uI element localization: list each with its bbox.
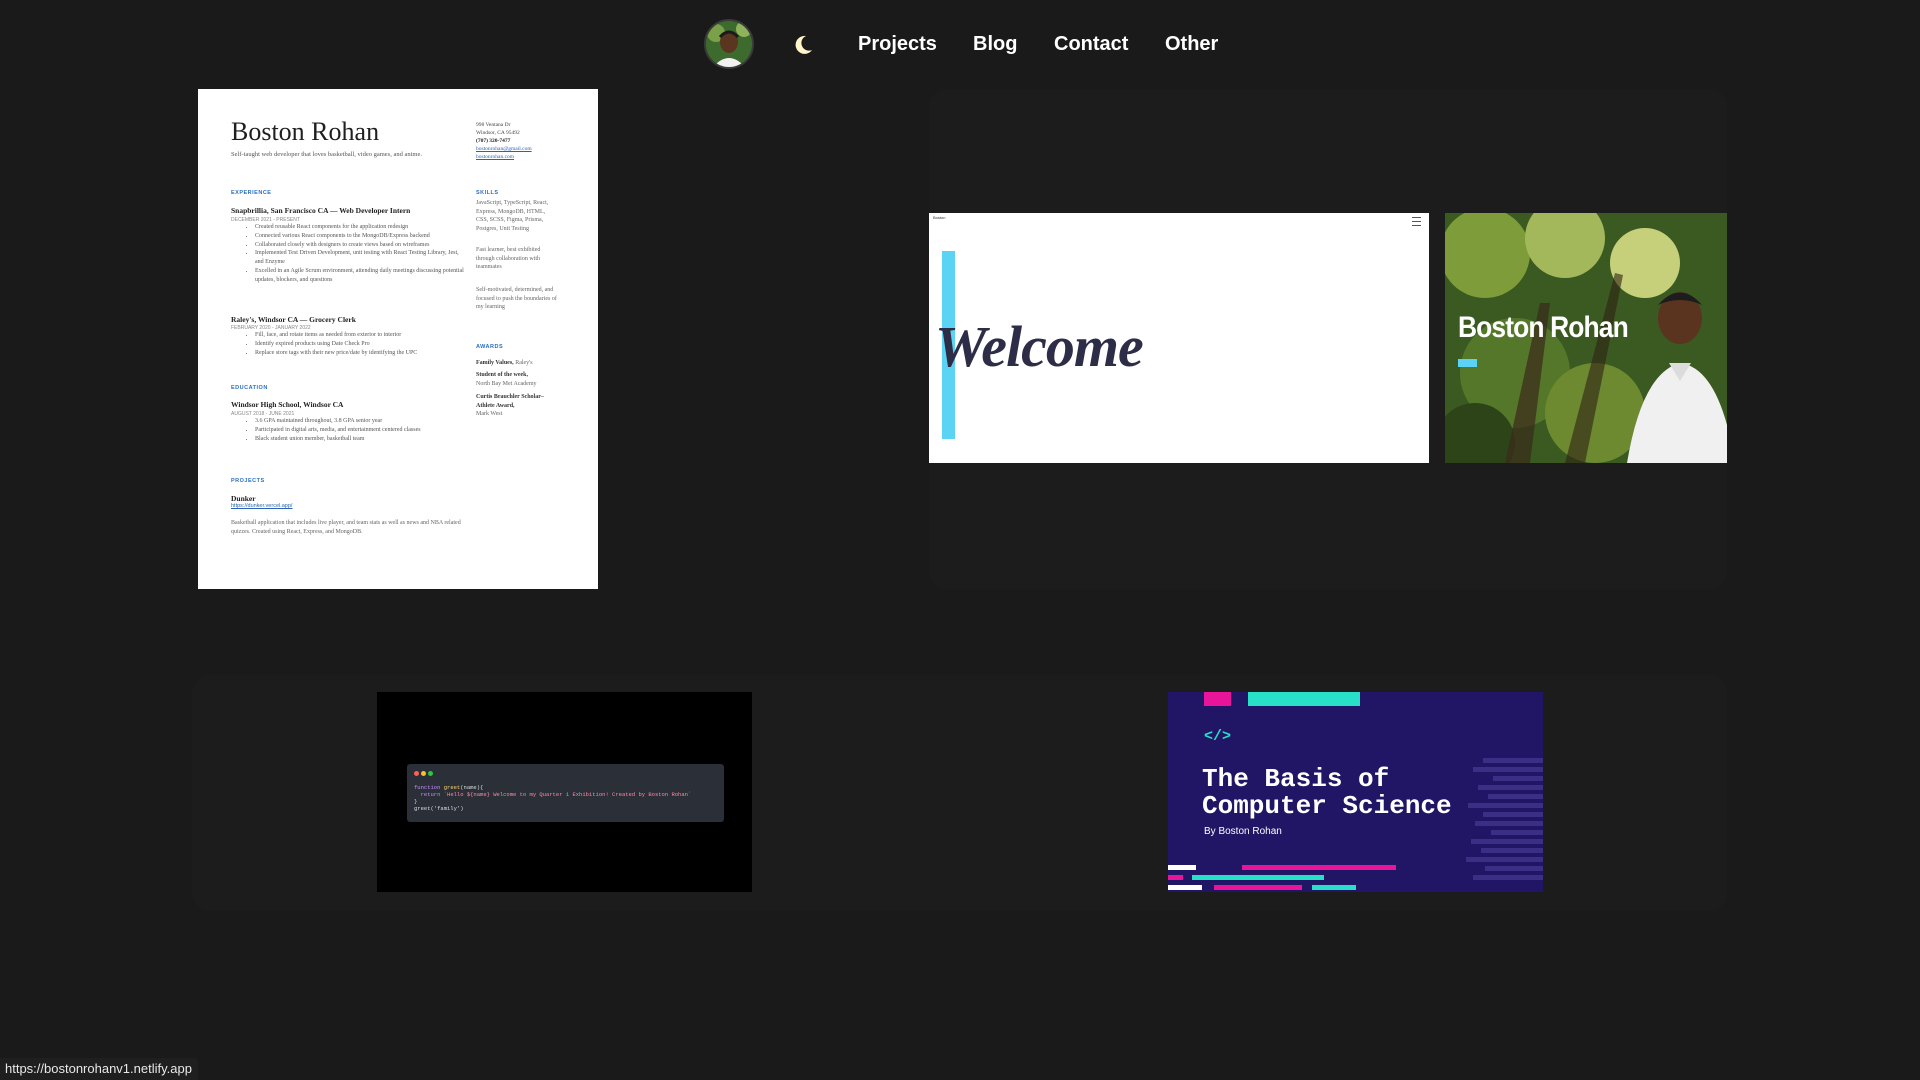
cs-title-line: The Basis of [1202, 764, 1390, 794]
decor-stripes [1466, 758, 1543, 880]
award-item: Family Values, Raley's [476, 359, 558, 368]
award-from: Raley's [515, 360, 533, 366]
resume-tagline: Self-taught web developer that loves bas… [231, 151, 422, 158]
award-name: Student of the week, [476, 372, 528, 378]
job-bullets: Created reusable React components for th… [245, 223, 465, 285]
list-item: Replace store tags with their new price/… [255, 349, 470, 358]
decor-block [1242, 865, 1396, 870]
list-item: Connected various React components to th… [255, 232, 465, 241]
avatar[interactable] [704, 19, 754, 69]
resume-address: 998 Ventana Dr [476, 122, 511, 128]
cs-title: The Basis of Computer Science [1202, 766, 1452, 820]
resume-name: Boston Rohan [231, 117, 380, 146]
decor-block [1192, 875, 1324, 880]
job-title: Snapbrillia, San Francisco CA — Web Deve… [231, 206, 411, 215]
list-item: Implemented Test Driven Development, uni… [255, 249, 465, 267]
decor-block [1214, 885, 1302, 890]
award-name: Family Values, [476, 360, 514, 366]
code-string: `Hello ${name} Welcome to my Quarter 1 E… [443, 791, 692, 798]
skills-text: Self-motivated, determined, and focused … [476, 287, 557, 310]
decor-block [1168, 865, 1196, 870]
award-from: North Bay Met Academy [476, 380, 537, 387]
code-window: function greet(name){ return `Hello ${na… [407, 764, 724, 822]
welcome-screenshot[interactable]: Boston Welcome [929, 213, 1429, 463]
welcome-heading: Welcome [935, 314, 1144, 379]
moon-icon[interactable] [790, 31, 816, 57]
code-brackets-icon: </> [1204, 728, 1232, 745]
award-item: Curtis Brauchler Scholar–Athlete Award, M… [476, 393, 558, 419]
nav-contact-link[interactable]: Contact [1054, 30, 1128, 58]
list-item: Fill, face, and rotate items as needed f… [255, 331, 470, 340]
nav-projects-link[interactable]: Projects [858, 30, 937, 58]
list-item: Black student union member, basketball t… [255, 435, 465, 444]
section-heading: PROJECTS [231, 478, 265, 484]
nav-other-link[interactable]: Other [1165, 30, 1218, 58]
decor-block [1168, 885, 1202, 890]
skills-text: JavaScript, TypeScript, React, Express, … [476, 200, 549, 232]
nav-blog-link[interactable]: Blog [973, 30, 1017, 58]
code-keyword: function [414, 784, 444, 791]
school-bullets: 3.6 GPA maintained throughout, 3.8 GPA s… [245, 417, 465, 443]
code-keyword: return [414, 791, 444, 798]
list-item: Collaborated closely with designers to c… [255, 241, 465, 250]
resume-preview[interactable]: Boston Rohan Self-taught web developer t… [198, 89, 598, 589]
hero-button [1458, 359, 1477, 367]
navbar: Projects Blog Contact Other [0, 0, 1920, 90]
section-heading: AWARDS [476, 344, 504, 350]
resume-city: Windsor, CA 95492 [476, 130, 520, 136]
section-heading: EDUCATION [231, 385, 268, 391]
code-line: return `Hello ${name} Welcome to my Quar… [414, 791, 692, 798]
decor-block [1204, 692, 1231, 706]
skills-text: Fast learner, best exhibited through col… [476, 247, 541, 270]
code-line: greet('family') [414, 805, 464, 812]
school-title: Windsor High School, Windsor CA [231, 400, 344, 409]
hamburger-menu-icon [1412, 217, 1421, 226]
section-heading: EXPERIENCE [231, 190, 272, 196]
cs-presentation-screenshot[interactable]: </> The Basis of Computer Science By Bost… [1168, 692, 1543, 892]
list-item: Excelled in an Agile Scrum environment, … [255, 267, 465, 285]
job-bullets: Fill, face, and rotate items as needed f… [245, 331, 470, 357]
maximize-dot-icon [428, 771, 433, 776]
award-from: Mark West [476, 411, 503, 417]
section-heading: SKILLS [476, 190, 499, 196]
award-item: Student of the week, North Bay Met Academ… [476, 371, 558, 388]
decor-block [1312, 885, 1356, 890]
award-name: Curtis Brauchler Scholar–Athlete Award, [476, 394, 544, 409]
resume-email-link[interactable]: bostonrohan@gmail.com [476, 145, 532, 153]
hero-photo-screenshot[interactable]: Boston Rohan [1445, 213, 1727, 463]
job-title: Raley's, Windsor CA — Grocery Clerk [231, 315, 356, 324]
resume-phone: (707) 320-7477 [476, 138, 511, 144]
site-brand: Boston [933, 215, 946, 220]
decor-block [1248, 692, 1360, 706]
code-line: } [414, 798, 418, 805]
cs-title-line: Computer Science [1202, 791, 1452, 821]
decor-block [1168, 875, 1183, 880]
code-line: function greet(name){ [414, 784, 483, 791]
resume-contact: 998 Ventana Dr Windsor, CA 95492 (707) 3… [476, 121, 532, 161]
code-text: (name){ [460, 784, 484, 791]
profile-photo-icon [706, 21, 752, 67]
cs-byline: By Boston Rohan [1204, 826, 1282, 837]
list-item: Identify expired products using Date Che… [255, 340, 470, 349]
list-item: 3.6 GPA maintained throughout, 3.8 GPA s… [255, 417, 465, 426]
code-snippet-screenshot[interactable]: function greet(name){ return `Hello ${na… [377, 692, 752, 892]
project-desc: Basketball application that includes liv… [231, 520, 461, 535]
project-name: Dunker [231, 494, 256, 503]
resume-site-link[interactable]: bostonrohan.com [476, 153, 532, 161]
hero-title: Boston Rohan [1458, 311, 1629, 344]
status-bar-url: https://bostonrohanv1.netlify.app [0, 1058, 198, 1080]
code-function: greet [443, 784, 461, 791]
close-dot-icon [414, 771, 419, 776]
minimize-dot-icon [421, 771, 426, 776]
project-link[interactable]: https://dunker.vercel.app/ [231, 503, 292, 509]
list-item: Created reusable React components for th… [255, 223, 465, 232]
list-item: Participated in digital arts, media, and… [255, 426, 465, 435]
